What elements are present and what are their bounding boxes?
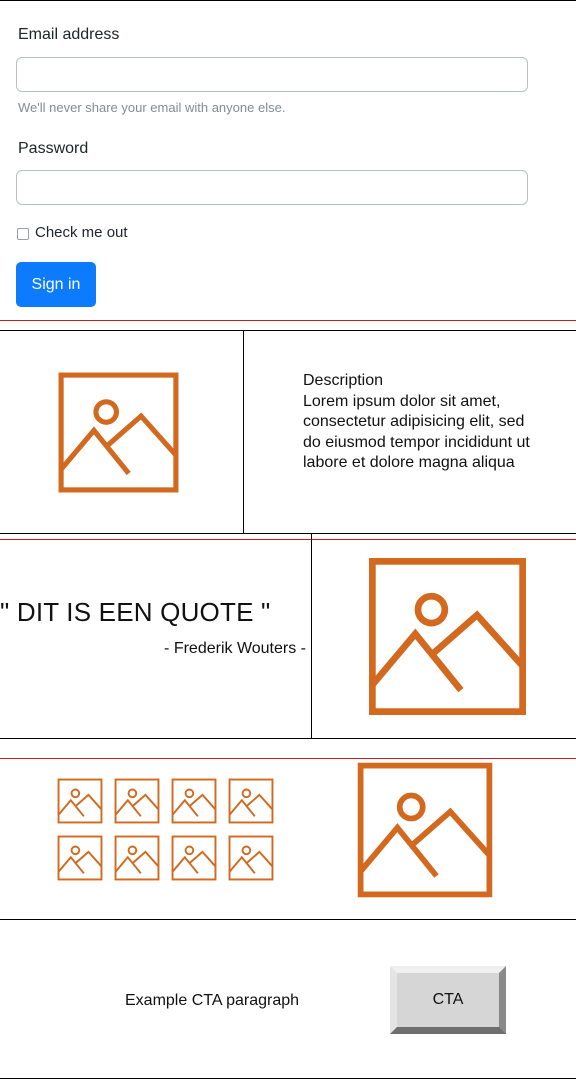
quote-author: - Frederik Wouters - [164, 640, 306, 657]
row-border-bottom [0, 1078, 576, 1079]
email-field[interactable] [16, 57, 528, 92]
image-placeholder-icon [57, 371, 180, 494]
thumbnail-image-icon[interactable] [228, 778, 274, 824]
thumbnail-image-icon[interactable] [114, 778, 160, 824]
row-border-bottom [0, 919, 576, 920]
section-divider [0, 758, 576, 759]
row-border-bottom [0, 533, 576, 534]
thumbnail-image-icon[interactable] [114, 835, 160, 881]
check-me-out-checkbox[interactable] [17, 228, 29, 240]
check-me-out-label[interactable]: Check me out [35, 224, 128, 241]
section-divider [0, 539, 576, 540]
image-placeholder-icon [367, 556, 528, 717]
password-label: Password [18, 140, 89, 157]
email-help-text: We'll never share your email with anyone… [18, 100, 286, 115]
row-border-top [0, 330, 576, 331]
row-border-bottom [0, 738, 576, 739]
sign-in-button[interactable]: Sign in [16, 262, 96, 307]
thumbnail-image-icon[interactable] [57, 835, 103, 881]
cta-paragraph: Example CTA paragraph [125, 992, 300, 1009]
email-label: Email address [18, 26, 120, 43]
description-title: Description [303, 372, 384, 389]
section-divider [0, 320, 576, 321]
cta-button[interactable]: CTA [390, 966, 506, 1034]
password-field[interactable] [16, 170, 528, 205]
quote-text: " DIT IS EEN QUOTE " [0, 597, 271, 627]
thumbnail-image-icon[interactable] [171, 778, 217, 824]
column-divider [243, 330, 244, 533]
description-box: Description Lorem ipsum dolor sit amet, … [303, 371, 543, 485]
top-border [0, 0, 576, 1]
featured-image-icon [356, 761, 494, 899]
thumbnail-image-icon[interactable] [171, 835, 217, 881]
thumbnail-image-icon[interactable] [228, 835, 274, 881]
description-text: Lorem ipsum dolor sit amet, consectetur … [303, 392, 530, 472]
column-divider [311, 533, 312, 739]
thumbnail-image-icon[interactable] [57, 778, 103, 824]
